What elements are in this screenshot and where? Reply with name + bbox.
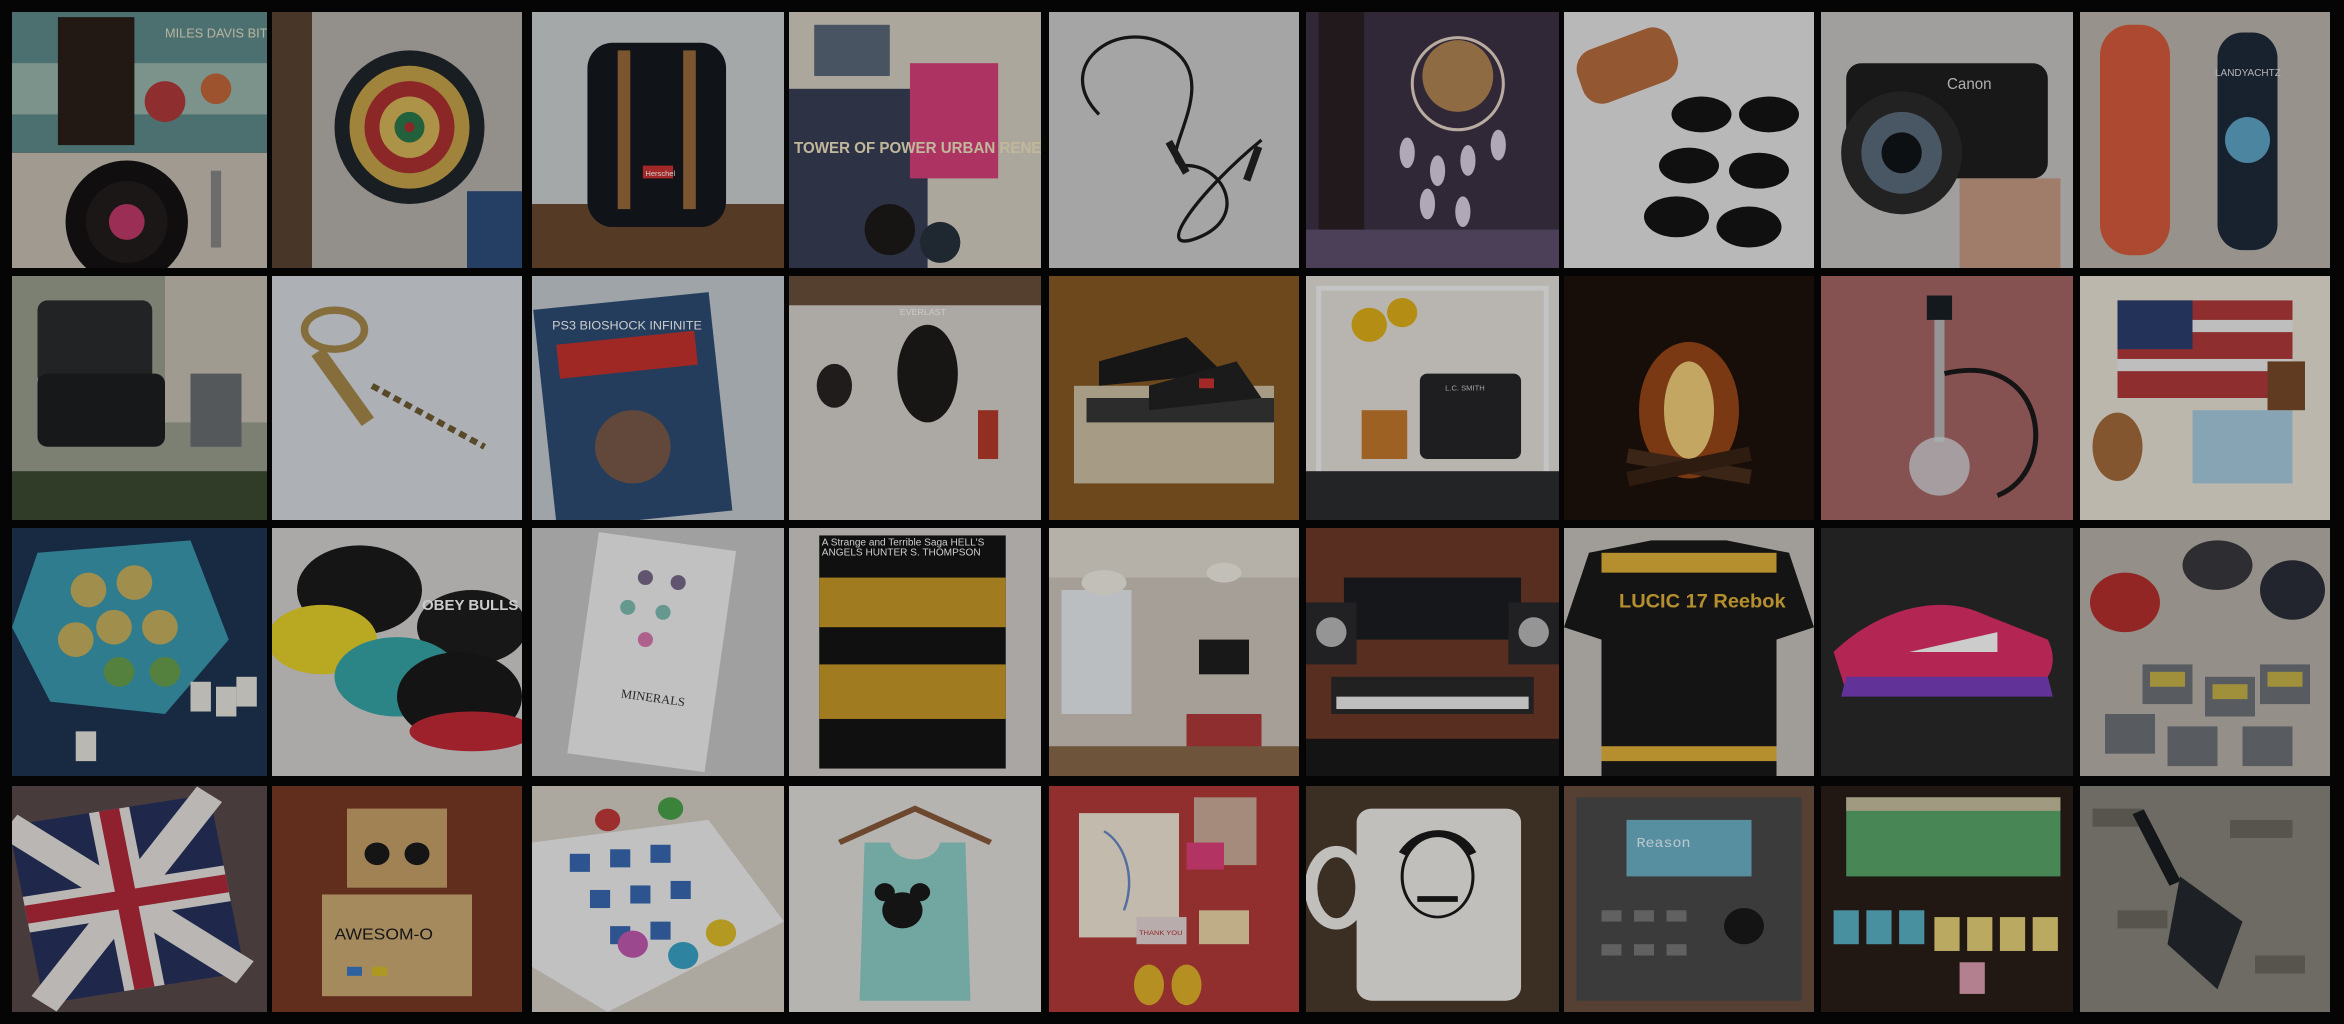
photo-hockey-jersey[interactable]: LUCIC 17 Reebok [1564, 528, 1814, 776]
photo-punching-bag[interactable]: EVERLAST [789, 276, 1041, 520]
photo-monopoly[interactable] [1821, 786, 2073, 1012]
photo-synth[interactable]: Reason [1564, 786, 1814, 1012]
photo-awesomo[interactable]: AWESOM-O [272, 786, 522, 1012]
backpack-label: Herschel [645, 169, 675, 178]
book-title: A Strange and Terrible Saga HELL'S ANGEL… [821, 535, 985, 559]
photo-loft[interactable] [1049, 528, 1299, 776]
photo-campfire[interactable] [1564, 276, 1814, 520]
photo-corkscrew[interactable] [272, 276, 522, 520]
photo-minerals-notebook[interactable]: MINERALS [532, 528, 784, 776]
costume-text: AWESOM-O [335, 925, 433, 943]
photo-n64[interactable] [2080, 528, 2330, 776]
photo-mosaic: MILES DAVIS BITCHES BREW Herschel [0, 0, 2344, 1024]
typewriter-brand: L.C. SMITH [1445, 384, 1485, 393]
photo-typewriter[interactable]: L.C. SMITH [1306, 276, 1559, 520]
photo-map-stationery[interactable]: THANK YOU [1049, 786, 1299, 1012]
photo-hookah[interactable] [1821, 276, 2073, 520]
photo-hells-angels-book[interactable]: A Strange and Terrible Saga HELL'S ANGEL… [789, 528, 1041, 776]
record-text: TOWER OF POWER URBAN RENEWAL [794, 140, 1041, 157]
record-title: MILES DAVIS BITCHES BREW [165, 26, 267, 41]
photo-mario-chess[interactable] [532, 786, 784, 1012]
photo-records[interactable]: TOWER OF POWER URBAN RENEWAL [789, 12, 1041, 268]
photo-sneakers-records[interactable] [1049, 276, 1299, 520]
photo-jump-rope[interactable] [1049, 12, 1299, 268]
photo-mug[interactable] [1306, 786, 1559, 1012]
photo-union-jack[interactable] [12, 786, 267, 1012]
photo-backpack[interactable]: Herschel [532, 12, 784, 268]
photo-music-studio[interactable] [1306, 528, 1559, 776]
photo-grill[interactable] [12, 276, 267, 520]
photo-flag-sweater[interactable] [2080, 276, 2330, 520]
camera-brand: Canon [1947, 76, 1992, 93]
synth-display: Reason [1637, 837, 1691, 852]
photo-sneaker[interactable] [1821, 528, 2073, 776]
photo-sunglasses[interactable] [1564, 12, 1814, 268]
hat-text: OBEY BULLS I ♥ Haters! [422, 597, 522, 614]
bag-brand: EVERLAST [900, 307, 947, 317]
photo-dartboard[interactable] [272, 12, 522, 268]
photo-shovel[interactable] [2080, 786, 2330, 1012]
photo-dreamcatcher[interactable] [1306, 12, 1559, 268]
photo-board-game-catan[interactable] [12, 528, 267, 776]
skateboard-brand: LANDYACHTZ [2215, 68, 2281, 79]
jersey-text: LUCIC 17 Reebok [1619, 590, 1787, 612]
photo-bioshock[interactable]: PS3 BIOSHOCK INFINITE [532, 276, 784, 520]
photo-tank-top[interactable] [789, 786, 1041, 1012]
card-text: THANK YOU [1139, 929, 1182, 937]
photo-camera[interactable]: Canon [1821, 12, 2073, 268]
game-title: PS3 BIOSHOCK INFINITE [552, 319, 702, 333]
photo-snapbacks[interactable]: OBEY BULLS I ♥ Haters! [272, 528, 522, 776]
photo-skateboards[interactable]: LANDYACHTZ [2080, 12, 2330, 268]
photo-vinyl-record[interactable]: MILES DAVIS BITCHES BREW [12, 12, 267, 268]
